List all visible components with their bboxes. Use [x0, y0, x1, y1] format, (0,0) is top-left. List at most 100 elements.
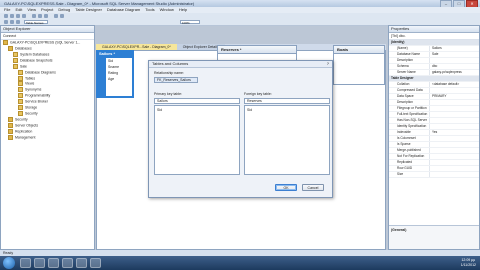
object-explorer-header: Object Explorer	[1, 26, 94, 33]
folder-icon	[18, 75, 23, 81]
property-value[interactable]: Yes	[429, 130, 479, 135]
property-value[interactable]	[429, 124, 479, 129]
relationship-icon[interactable]	[16, 20, 20, 24]
sailors-table-title: Sailors *	[99, 51, 116, 56]
add-table-icon[interactable]	[10, 20, 14, 24]
explorer-icon[interactable]	[34, 258, 45, 268]
ok-button[interactable]: OK	[275, 184, 297, 191]
property-value[interactable]: Sailors	[429, 46, 479, 51]
property-value[interactable]	[429, 148, 479, 153]
property-value[interactable]	[429, 100, 479, 105]
property-value[interactable]	[429, 58, 479, 63]
object-explorer-tree: GALAXY-PC\SQLEXPRESS (SQL Server 1... Dat…	[1, 40, 94, 141]
tables-and-columns-dialog: Tables and Columns ? Relationship name: …	[148, 60, 333, 198]
property-name: Is Columnset	[397, 136, 416, 140]
undo-icon[interactable]	[54, 14, 58, 18]
property-name: Filegroup or Partition	[397, 106, 427, 110]
property-name: Database Name	[397, 52, 421, 56]
windows-taskbar: 12:09 μμ 1/11/2012	[0, 256, 480, 270]
cut-icon[interactable]	[32, 14, 36, 18]
tree-item-label: Database Diagrams	[25, 70, 56, 75]
connect-button[interactable]: Connect	[1, 33, 94, 40]
property-value[interactable]: PRIMARY	[429, 94, 479, 99]
word-icon[interactable]	[76, 258, 87, 268]
tree-item-label: Service Broker	[25, 99, 48, 104]
clock-date: 1/11/2012	[460, 263, 476, 267]
foreign-key-columns-grid[interactable]: Sid	[244, 105, 330, 175]
dialog-title: Tables and Columns	[149, 61, 332, 68]
folder-icon	[18, 87, 23, 93]
property-name: Description	[397, 100, 413, 104]
primary-key-table-select[interactable]: Sailors	[154, 98, 240, 104]
folder-icon	[13, 63, 18, 69]
property-row[interactable]: Size	[389, 172, 479, 178]
pk-column-cell[interactable]: Sid	[157, 106, 239, 114]
property-value[interactable]	[429, 154, 479, 159]
property-value[interactable]: galaxy-pc\sqlexpress	[429, 70, 479, 75]
fk-column-cell[interactable]: Sid	[247, 106, 329, 114]
cancel-button[interactable]: Cancel	[302, 184, 324, 191]
property-value[interactable]	[429, 112, 479, 117]
property-name: Description	[397, 58, 413, 62]
property-value[interactable]	[429, 142, 479, 147]
properties-object-select[interactable]: [Tbl] dbo.	[389, 33, 479, 40]
new-query-icon[interactable]	[4, 14, 8, 18]
property-value[interactable]	[429, 166, 479, 171]
ie-icon[interactable]	[20, 258, 31, 268]
help-icon[interactable]: ?	[327, 61, 329, 67]
ssms-icon[interactable]	[62, 258, 73, 268]
paste-icon[interactable]	[44, 14, 48, 18]
folder-icon	[8, 116, 13, 122]
primary-key-columns-grid[interactable]: Sid	[154, 105, 240, 175]
properties-panel: Properties [Tbl] dbo. (Identity) (Name) Sa…	[388, 25, 480, 250]
tree-item-label: Replication	[15, 129, 33, 134]
property-name: Not For Replication	[397, 154, 425, 158]
table-view-dropdown[interactable]: Table Names	[24, 20, 48, 25]
property-value[interactable]	[429, 118, 479, 123]
property-value[interactable]	[429, 106, 479, 111]
property-value[interactable]: <database default>	[429, 82, 479, 87]
status-text: Ready	[3, 251, 14, 255]
start-button[interactable]	[3, 257, 15, 269]
tree-item-label: Database Snapshots	[20, 58, 53, 63]
system-clock[interactable]: 12:09 μμ 1/11/2012	[461, 258, 476, 268]
tree-item-label: Sale	[20, 64, 28, 69]
folder-icon	[8, 122, 13, 128]
media-player-icon[interactable]	[48, 258, 59, 268]
zoom-dropdown[interactable]: 100%	[180, 20, 200, 25]
property-name: Size	[397, 172, 404, 176]
folder-icon	[18, 81, 23, 87]
property-value[interactable]	[429, 160, 479, 165]
property-value[interactable]	[429, 88, 479, 93]
folder-icon	[8, 128, 13, 134]
sailors-table[interactable]: Sailors * Sid Sname Rating Age	[96, 50, 134, 98]
property-name: Full-text Specification	[397, 112, 428, 116]
tree-item-label: Databases	[15, 46, 32, 51]
property-value[interactable]: dbo	[429, 64, 479, 69]
property-name: (Identity)	[389, 40, 479, 45]
new-table-icon[interactable]	[4, 20, 8, 24]
boats-table[interactable]: Boats	[333, 45, 385, 85]
property-value[interactable]	[429, 172, 479, 177]
save-all-icon[interactable]	[22, 14, 26, 18]
open-icon[interactable]	[10, 14, 14, 18]
sailors-col[interactable]: Age	[106, 76, 132, 82]
folder-icon	[13, 51, 18, 57]
tree-item-label: Management	[15, 135, 36, 140]
property-name: Replicated	[397, 160, 413, 164]
tree-item[interactable]: Management	[1, 134, 94, 141]
redo-icon[interactable]	[60, 14, 64, 18]
title-bar: GALAXY-PC\SQLEXPRESS.Sale - Diagram_0* -…	[0, 0, 480, 8]
copy-icon[interactable]	[38, 14, 42, 18]
property-name: Indexable	[397, 130, 411, 134]
property-value[interactable]: Sale	[429, 52, 479, 57]
property-name: Collation	[397, 82, 410, 86]
properties-grid: (Identity) (Name) Sailors Database Name Sale…	[389, 40, 479, 178]
property-value[interactable]	[429, 136, 479, 141]
relationship-name-input[interactable]: FK_Reserves_Sailors	[154, 77, 198, 83]
object-explorer-panel: Object Explorer Connect GALAXY-PC\SQLEXP…	[0, 25, 95, 250]
tree-item-label: Server Objects	[15, 123, 39, 128]
firefox-icon[interactable]	[90, 258, 101, 268]
save-icon[interactable]	[16, 14, 20, 18]
foreign-key-table-input: Reserves	[244, 98, 330, 104]
